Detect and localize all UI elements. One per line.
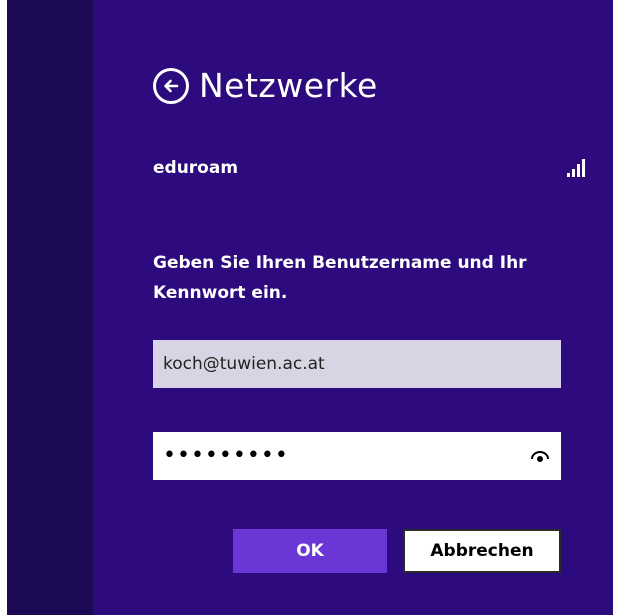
screen: Netzwerke eduroam Geben Sie Ihren Benutz… bbox=[7, 0, 613, 615]
network-name: eduroam bbox=[153, 158, 239, 178]
ok-button[interactable]: OK bbox=[233, 529, 387, 573]
left-strip bbox=[7, 0, 93, 615]
login-prompt: Geben Sie Ihren Benutzername und Ihr Ken… bbox=[153, 253, 527, 303]
page-title: Netzwerke bbox=[199, 66, 378, 105]
username-field[interactable]: koch@tuwien.ac.at bbox=[153, 340, 561, 388]
network-flyout: Netzwerke eduroam Geben Sie Ihren Benutz… bbox=[93, 0, 613, 615]
network-row: eduroam bbox=[153, 158, 585, 178]
cancel-button[interactable]: Abbrechen bbox=[403, 529, 561, 573]
password-field[interactable]: ••••••••• bbox=[153, 432, 561, 480]
back-arrow-icon[interactable] bbox=[153, 68, 189, 104]
title-row: Netzwerke bbox=[153, 66, 378, 106]
signal-strength-icon bbox=[567, 159, 585, 177]
password-mask: ••••••••• bbox=[163, 443, 289, 468]
reveal-password-icon[interactable] bbox=[531, 450, 549, 462]
